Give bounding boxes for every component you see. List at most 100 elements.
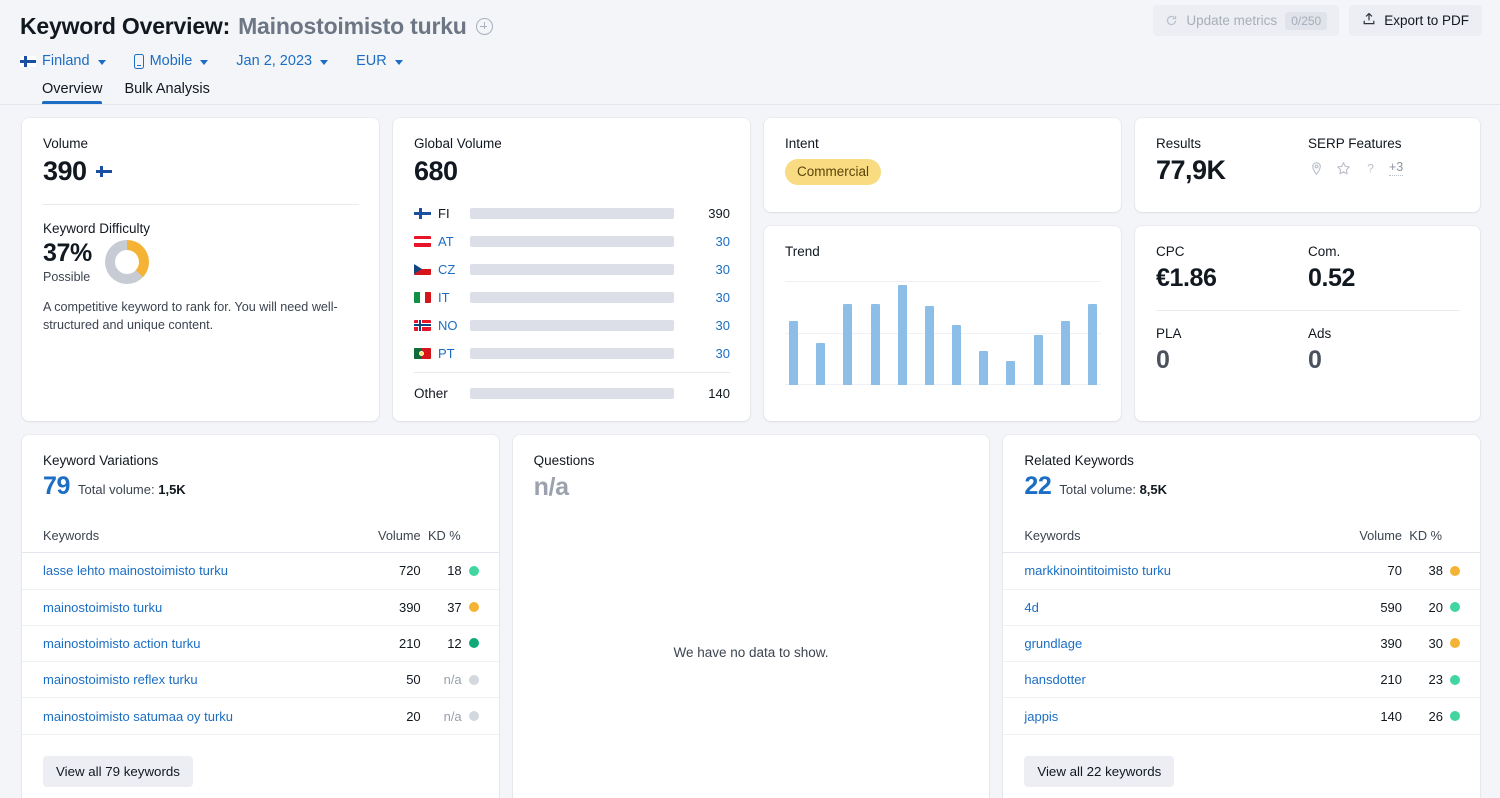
table-header: Keywords Volume KD % <box>22 519 499 554</box>
filter-date[interactable]: Jan 2, 2023 <box>236 53 329 69</box>
intent-trend-column: Intent Commercial Trend <box>764 118 1121 422</box>
finland-flag-icon <box>414 207 431 219</box>
keyword-link[interactable]: 4d <box>1024 600 1324 615</box>
table-row[interactable]: mainostoimisto satumaa oy turku 20 n/a <box>22 698 499 735</box>
country-code[interactable]: CZ <box>438 262 470 277</box>
keyword-kd-value: 26 <box>1428 708 1444 724</box>
country-code[interactable]: AT <box>438 234 470 249</box>
view-all-related-button[interactable]: View all 22 keywords <box>1024 756 1175 788</box>
trend-bar[interactable] <box>897 285 907 385</box>
volume-bar-track <box>470 347 674 359</box>
country-code[interactable]: NO <box>438 318 470 333</box>
trend-bar[interactable] <box>924 305 934 385</box>
filter-country[interactable]: Finland <box>20 53 106 69</box>
column-kd: KD % <box>1409 528 1443 544</box>
trend-label: Trend <box>785 244 820 259</box>
keyword-link[interactable]: grundlage <box>1024 636 1324 651</box>
portugal-flag-icon <box>414 347 431 359</box>
keyword-link[interactable]: lasse lehto mainostoimisto turku <box>43 563 343 578</box>
country-volume: 30 <box>715 289 730 305</box>
global-volume-row: PT 30 <box>414 339 730 367</box>
table-row[interactable]: mainostoimisto turku 390 37 <box>22 590 499 626</box>
tab-bulk-analysis[interactable]: Bulk Analysis <box>124 81 209 104</box>
update-metrics-button[interactable]: Update metrics 0/250 <box>1153 5 1340 36</box>
trend-bar[interactable] <box>1033 335 1043 385</box>
keyword-kd-cell: 23 <box>1402 672 1461 688</box>
table-row[interactable]: hansdotter 210 23 <box>1003 662 1481 699</box>
keyword-kd-cell: 26 <box>1402 708 1461 724</box>
com-label: Com. <box>1308 244 1341 259</box>
trend-bar[interactable] <box>1060 320 1070 385</box>
keyword-kd-cell: 12 <box>421 636 479 651</box>
trend-bar[interactable] <box>1006 361 1016 385</box>
keyword-volume: 210 <box>398 635 421 651</box>
keyword-link[interactable]: mainostoimisto reflex turku <box>43 672 343 687</box>
keyword-kd-value: 23 <box>1428 672 1444 688</box>
global-volume-other-label: Other <box>414 385 448 401</box>
volume-bar-track <box>470 207 674 219</box>
tab-overview[interactable]: Overview <box>42 81 103 104</box>
intent-label: Intent <box>785 136 819 151</box>
keyword-variations-count: 79 <box>43 472 71 501</box>
serp-features-more[interactable]: +3 <box>1389 160 1404 176</box>
table-row[interactable]: markkinointitoimisto turku 70 38 <box>1003 553 1481 590</box>
filter-device[interactable]: Mobile <box>133 53 209 69</box>
keyword-volume: 390 <box>398 599 421 615</box>
plus-circle-icon[interactable] <box>475 17 493 35</box>
com-block: Com. 0.52 <box>1308 244 1460 293</box>
kd-status-dot <box>468 565 479 576</box>
page-header: Keyword Overview: Mainostoimisto turku F… <box>0 0 1500 104</box>
keyword-link[interactable]: jappis <box>1024 709 1324 724</box>
table-row[interactable]: grundlage 390 30 <box>1003 626 1481 663</box>
serp-features-icons: ? +3 <box>1308 160 1460 176</box>
trend-bar[interactable] <box>870 303 880 385</box>
keyword-difficulty-value: 37% <box>43 239 92 268</box>
faq-question-icon[interactable]: ? <box>1362 160 1378 176</box>
trend-bar[interactable] <box>1087 303 1097 385</box>
keyword-link[interactable]: mainostoimisto turku <box>43 600 343 615</box>
trend-bar[interactable] <box>952 324 962 385</box>
trend-bar[interactable] <box>816 343 826 385</box>
keyword-link[interactable]: mainostoimisto satumaa oy turku <box>43 709 343 724</box>
results-value: 77,9K <box>1156 155 1226 185</box>
kd-status-dot <box>1450 638 1461 649</box>
trend-bar[interactable] <box>843 303 853 385</box>
view-all-variations-button[interactable]: View all 79 keywords <box>43 756 193 788</box>
export-to-pdf-button[interactable]: Export to PDF <box>1349 5 1482 36</box>
country-code[interactable]: IT <box>438 290 470 305</box>
table-row[interactable]: jappis 140 26 <box>1003 698 1481 735</box>
local-pack-pin-icon[interactable] <box>1308 160 1324 176</box>
trend-bar[interactable] <box>979 350 989 385</box>
trend-bar[interactable] <box>789 320 798 385</box>
table-row[interactable]: 4d 590 20 <box>1003 590 1481 626</box>
keyword-link[interactable]: hansdotter <box>1024 672 1324 687</box>
cpc-value: €1.86 <box>1156 264 1217 292</box>
related-keywords-rows: markkinointitoimisto turku 70 38 4d 590 20 gru… <box>1003 553 1481 735</box>
keyword-difficulty-description: A competitive keyword to rank for. You w… <box>43 300 338 333</box>
table-row[interactable]: lasse lehto mainostoimisto turku 720 18 <box>22 553 499 590</box>
keyword-link[interactable]: mainostoimisto action turku <box>43 636 343 651</box>
pla-label: PLA <box>1156 326 1182 341</box>
filter-currency[interactable]: EUR <box>356 53 403 69</box>
keyword-difficulty-gauge <box>104 240 149 285</box>
reviews-star-icon[interactable] <box>1335 160 1351 176</box>
keyword-kd-cell: 18 <box>421 563 479 578</box>
czechia-flag-icon <box>414 263 431 275</box>
volume-bar-track <box>470 319 674 331</box>
table-row[interactable]: mainostoimisto reflex turku 50 n/a <box>22 662 499 699</box>
keyword-kd-value: n/a <box>443 708 462 724</box>
keyword-kd-cell: n/a <box>421 672 479 687</box>
total-volume-label: Total volume: <box>78 482 155 498</box>
pla-block: PLA 0 <box>1156 326 1308 375</box>
keyword-link[interactable]: markkinointitoimisto turku <box>1024 563 1324 578</box>
tables-row: Keyword Variations 79 Total volume: 1,5K… <box>22 435 1481 798</box>
country-code: FI <box>438 205 450 221</box>
intent-badge[interactable]: Commercial <box>785 159 882 185</box>
keyword-variations-title: Keyword Variations <box>43 453 159 469</box>
svg-text:?: ? <box>1367 161 1374 175</box>
divider <box>1156 310 1460 311</box>
volume-label: Volume <box>43 136 89 151</box>
country-code[interactable]: PT <box>438 346 470 361</box>
table-row[interactable]: mainostoimisto action turku 210 12 <box>22 626 499 663</box>
keyword-volume: 70 <box>1387 563 1403 579</box>
